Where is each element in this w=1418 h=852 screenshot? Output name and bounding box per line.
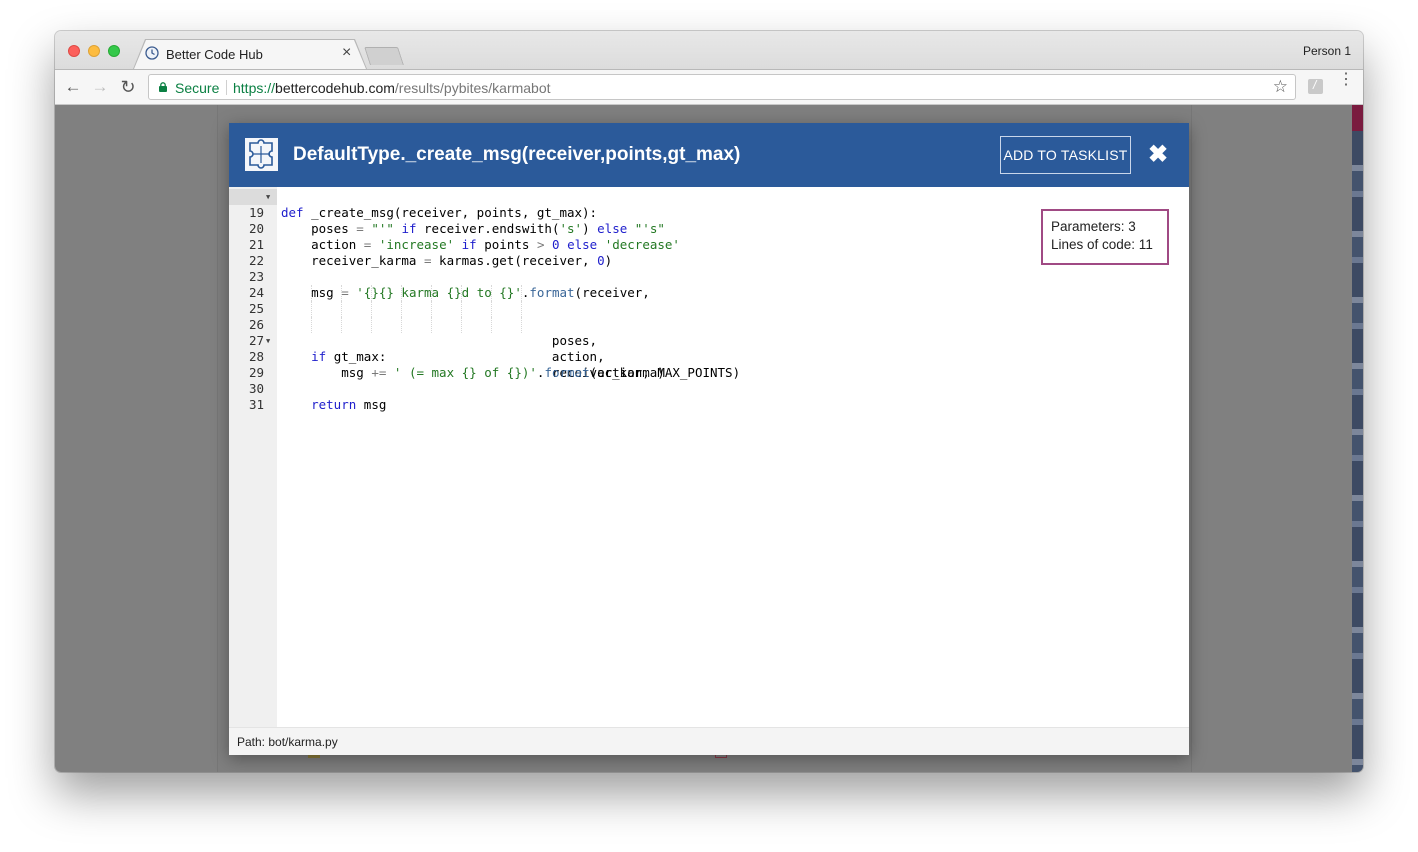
fold-arrow-icon[interactable]: ▼: [266, 333, 270, 349]
browser-toolbar: ← → ↻ Secure https://bettercodehub.com/r…: [55, 69, 1363, 105]
title-bar: Better Code Hub × Person 1: [55, 31, 1363, 69]
new-tab-button[interactable]: [364, 47, 404, 65]
reload-icon[interactable]: ↻: [119, 78, 137, 96]
forward-arrow-icon[interactable]: →: [91, 78, 109, 96]
maximize-window-button[interactable]: [108, 45, 120, 57]
lines-of-code-count: Lines of code: 11: [1051, 237, 1153, 252]
code-line: 19 ▼ def _create_msg(receiver, points, gt_…: [229, 189, 1189, 220]
side-strip-accent: [1352, 105, 1363, 131]
url-host: bettercodehub.com: [275, 80, 395, 96]
modal-header: DefaultType._create_msg(receiver,points,…: [229, 123, 1189, 187]
code-editor[interactable]: 19 ▼ def _create_msg(receiver, points, gt_…: [229, 187, 1189, 727]
modal-title: DefaultType._create_msg(receiver,points,…: [293, 144, 741, 165]
url-scheme: https://: [233, 80, 276, 96]
star-icon[interactable]: ☆: [1273, 77, 1288, 97]
minimize-window-button[interactable]: [88, 45, 100, 57]
close-icon[interactable]: ✖: [1148, 141, 1168, 169]
url-text[interactable]: https://bettercodehub.com/results/pybite…: [233, 80, 551, 96]
extension-icon[interactable]: [1308, 78, 1323, 94]
line-number: 31: [248, 397, 264, 412]
code-modal: DefaultType._create_msg(receiver,points,…: [229, 123, 1189, 755]
address-bar[interactable]: Secure https://bettercodehub.com/results…: [148, 74, 1296, 100]
code-line: 30: [229, 365, 1189, 396]
tab-close-icon[interactable]: ×: [342, 44, 351, 62]
modal-footer: Path: bot/karma.py: [229, 727, 1189, 755]
menu-dots-icon[interactable]: ⋮: [1338, 72, 1354, 88]
clock-favicon-icon: [145, 46, 159, 60]
puzzle-icon: [245, 138, 278, 171]
code-line: 29 msg += ' (= max {} of {})'.format(act…: [229, 349, 1189, 380]
code-line: 24 msg = '{}{} karma {}d to {}'.format(r…: [229, 269, 1189, 300]
code-line: 25 poses,: [229, 285, 1189, 348]
code-line: 26 action,: [229, 301, 1189, 364]
back-arrow-icon[interactable]: ←: [64, 78, 82, 96]
address-divider: [226, 80, 227, 95]
code-line: 31 return msg: [229, 381, 1189, 412]
secure-label: Secure: [175, 80, 220, 96]
file-path: Path: bot/karma.py: [237, 735, 338, 749]
fold-arrow-icon[interactable]: ▼: [266, 189, 270, 205]
url-path: /results/pybites/karmabot: [394, 80, 551, 96]
close-window-button[interactable]: [68, 45, 80, 57]
parameters-count: Parameters: 3: [1051, 219, 1136, 234]
metrics-box: Parameters: 3 Lines of code: 11: [1041, 209, 1169, 265]
lock-icon: [159, 82, 167, 92]
code-line: 28 ▼ if gt_max:: [229, 333, 1189, 364]
profile-name[interactable]: Person 1: [1303, 44, 1351, 58]
code-line: 27 receiver_karma): [229, 317, 1189, 380]
browser-window: Better Code Hub × Person 1 ← → ↻ Secure …: [55, 31, 1363, 772]
add-to-tasklist-button[interactable]: ADD TO TASKLIST: [1000, 136, 1131, 174]
tab-title: Better Code Hub: [166, 47, 263, 62]
side-strip: [1352, 105, 1363, 772]
page-viewport: DefaultType._create_msg(receiver,points,…: [55, 105, 1363, 772]
